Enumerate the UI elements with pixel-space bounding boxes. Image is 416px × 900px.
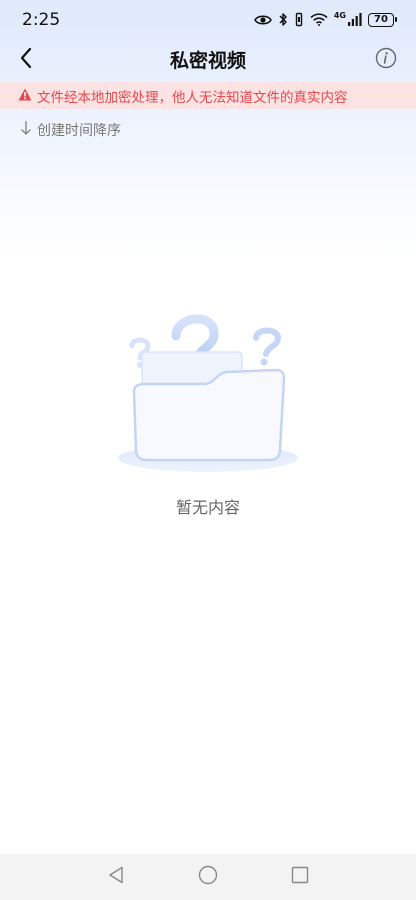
nav-back-icon — [108, 866, 124, 888]
battery-icon: 70 — [368, 12, 397, 27]
nav-recents-button[interactable] — [288, 865, 312, 889]
signal-icon — [348, 13, 362, 26]
sort-order-toggle[interactable]: 创建时间降序 — [20, 120, 121, 140]
network-type-label: 4G — [333, 11, 346, 20]
status-bar: 2:25 4G 70 — [0, 0, 416, 40]
info-button[interactable] — [372, 46, 400, 74]
nav-recents-icon — [291, 866, 309, 888]
status-icons: 4G 70 — [253, 11, 397, 27]
sort-label: 创建时间降序 — [37, 123, 121, 139]
vibrate-icon — [294, 12, 304, 27]
warning-text: 文件经本地加密处理，他人无法知道文件的真实内容 — [37, 89, 348, 106]
system-navigation-bar — [0, 854, 416, 900]
empty-folder-question-icon — [108, 300, 308, 480]
nav-home-button[interactable] — [196, 865, 220, 889]
wifi-icon — [310, 13, 328, 26]
page-title: 私密视频 — [169, 50, 246, 72]
warning-triangle-icon — [18, 86, 32, 105]
bluetooth-icon — [278, 12, 288, 27]
nav-home-icon — [198, 865, 218, 889]
empty-state-text: 暂无内容 — [175, 498, 240, 517]
title-bar: 私密视频 — [0, 40, 416, 80]
encryption-warning-banner: 文件经本地加密处理，他人无法知道文件的真实内容 — [0, 82, 416, 109]
info-icon — [375, 47, 397, 73]
status-time: 2:25 — [22, 10, 61, 30]
arrow-down-icon — [20, 120, 32, 140]
battery-level: 70 — [374, 14, 388, 25]
eye-icon — [253, 14, 272, 26]
nav-back-button[interactable] — [104, 865, 128, 889]
